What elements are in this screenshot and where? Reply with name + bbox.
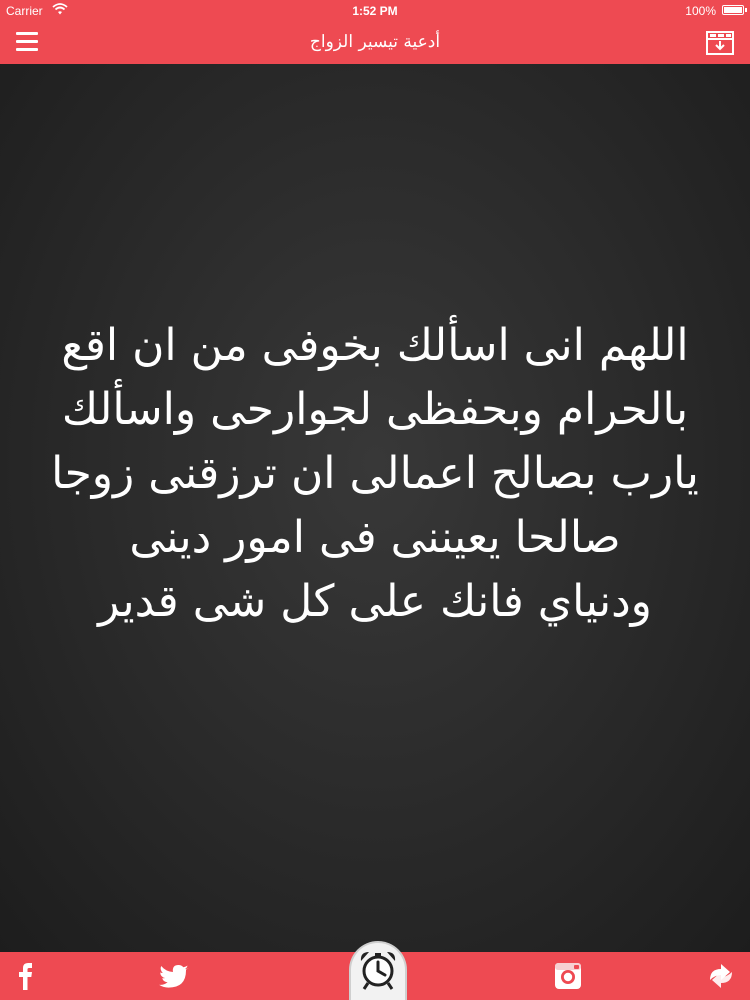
battery-percent: 100%: [685, 4, 716, 18]
page-title: أدعية تيسير الزواج: [309, 32, 441, 52]
prayer-line: يارب بصالح اعمالى ان ترزقنى زوجا: [51, 448, 699, 499]
share-icon: [710, 964, 732, 988]
share-button[interactable]: [706, 960, 736, 992]
prayer-line: اللهم انى اسألك بخوفى من ان اقع: [61, 320, 689, 371]
facebook-icon: [19, 963, 32, 990]
status-bar: Carrier 1:52 PM 100%: [0, 0, 750, 22]
twitter-icon: [159, 965, 189, 988]
prayer-line: ودنياي فانك على كل شى قدير: [98, 576, 652, 627]
facebook-button[interactable]: [16, 960, 36, 992]
alarm-clock-icon: [360, 952, 396, 990]
battery-icon: [722, 5, 747, 15]
prayer-line: صالحا يعيننى فى امور دينى: [129, 512, 621, 563]
prayer-text: اللهم انى اسألك بخوفى من ان اقع بالحرام …: [18, 314, 732, 634]
alarm-button[interactable]: [349, 941, 407, 1000]
status-time: 1:52 PM: [352, 4, 398, 18]
instagram-button[interactable]: [552, 960, 584, 992]
prayer-line: بالحرام وبحفظى لجوارحى واسألك: [61, 384, 689, 435]
save-button[interactable]: [706, 31, 734, 55]
nav-bar: أدعية تيسير الزواج: [0, 22, 750, 64]
twitter-button[interactable]: [158, 960, 192, 992]
save-download-icon: [706, 31, 734, 55]
chalkboard: اللهم انى اسألك بخوفى من ان اقع بالحرام …: [0, 64, 750, 952]
instagram-icon: [555, 963, 581, 989]
